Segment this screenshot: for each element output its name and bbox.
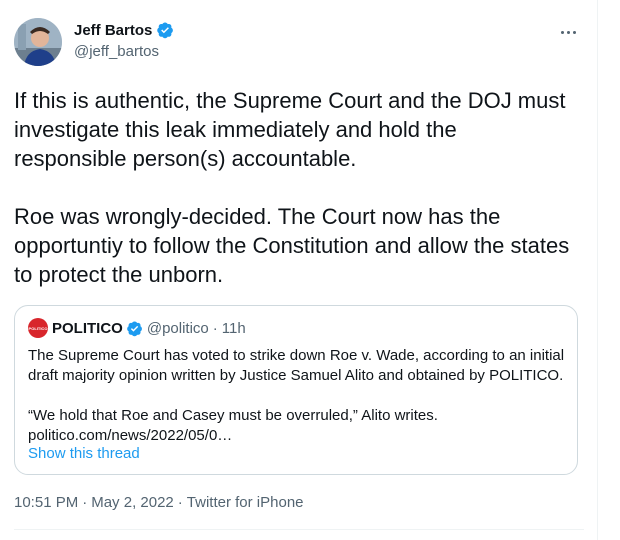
tweet: Jeff Bartos @jeff_bartos If this is auth… <box>0 0 597 540</box>
more-horizontal-icon[interactable] <box>556 24 580 40</box>
tweet-metadata: 10:51 PM · May 2, 2022 · Twitter for iPh… <box>14 494 304 511</box>
author-name-row: Jeff Bartos <box>74 20 174 40</box>
tweet-paragraph: If this is authentic, the Supreme Court … <box>14 88 572 171</box>
author-block: Jeff Bartos @jeff_bartos <box>74 20 174 60</box>
quoted-paragraph: The Supreme Court has voted to strike do… <box>28 347 565 384</box>
quoted-paragraph: “We hold that Roe and Casey must be over… <box>28 407 438 444</box>
tweet-source[interactable]: Twitter for iPhone <box>187 494 304 511</box>
verified-badge-icon <box>156 21 174 39</box>
show-thread-link[interactable]: Show this thread <box>28 445 140 462</box>
avatar[interactable] <box>14 18 62 66</box>
separator: · <box>82 494 88 511</box>
tweet-text: If this is authentic, the Supreme Court … <box>14 86 574 289</box>
quoted-author-name: POLITICO <box>52 319 123 337</box>
right-divider <box>597 0 598 540</box>
verified-badge-icon <box>126 320 143 337</box>
separator: · <box>177 494 183 511</box>
quoted-tweet[interactable]: POLITICO POLITICO @politico · 11h The Su… <box>14 305 578 475</box>
divider <box>14 529 584 530</box>
author-handle[interactable]: @jeff_bartos <box>74 43 174 60</box>
quoted-tweet-text: The Supreme Court has voted to strike do… <box>28 346 568 446</box>
quoted-author-handle: @politico <box>146 319 209 337</box>
tweet-date[interactable]: May 2, 2022 <box>91 494 174 511</box>
tweet-header: Jeff Bartos @jeff_bartos <box>14 12 584 68</box>
quoted-tweet-header: POLITICO POLITICO @politico · 11h <box>28 318 246 338</box>
separator: · <box>212 319 218 337</box>
tweet-paragraph: Roe was wrongly-decided. The Court now h… <box>14 204 576 287</box>
tweet-time[interactable]: 10:51 PM <box>14 494 78 511</box>
politico-logo: POLITICO <box>28 318 48 338</box>
author-name[interactable]: Jeff Bartos <box>74 22 152 39</box>
quoted-tweet-time[interactable]: 11h <box>222 320 246 337</box>
